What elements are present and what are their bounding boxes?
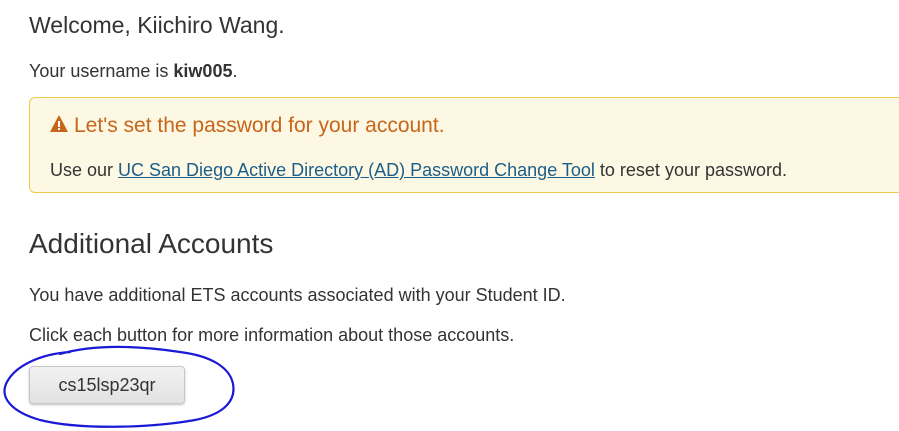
alert-body-prefix: Use our: [50, 160, 119, 180]
alert-title-text: Let's set the password for your account.: [74, 114, 445, 137]
user-full-name: Kiichiro Wang: [137, 12, 279, 38]
username-value: kiw005: [173, 61, 233, 81]
alert-body-suffix: to reset your password.: [594, 160, 787, 180]
password-change-tool-link[interactable]: UC San Diego Active Directory (AD) Passw…: [118, 160, 595, 180]
welcome-suffix: .: [278, 12, 285, 38]
password-alert: Let's set the password for your account.…: [29, 97, 899, 193]
warning-icon: [50, 115, 68, 132]
additional-accounts-instruction: Click each button for more information a…: [29, 325, 515, 345]
alert-body: Use our UC San Diego Active Directory (A…: [50, 157, 787, 183]
alert-title: Let's set the password for your account.: [50, 112, 445, 140]
additional-accounts-description: You have additional ETS accounts associa…: [29, 285, 566, 305]
additional-accounts-heading: Additional Accounts: [29, 228, 274, 259]
username-line: Your username is kiw005.: [29, 58, 237, 84]
username-suffix: .: [232, 61, 238, 81]
account-button-cs15lsp23qr[interactable]: cs15lsp23qr: [29, 366, 185, 404]
welcome-prefix: Welcome,: [29, 12, 138, 38]
username-prefix: Your username is: [29, 61, 174, 81]
welcome-heading: Welcome, Kiichiro Wang.: [29, 10, 285, 40]
